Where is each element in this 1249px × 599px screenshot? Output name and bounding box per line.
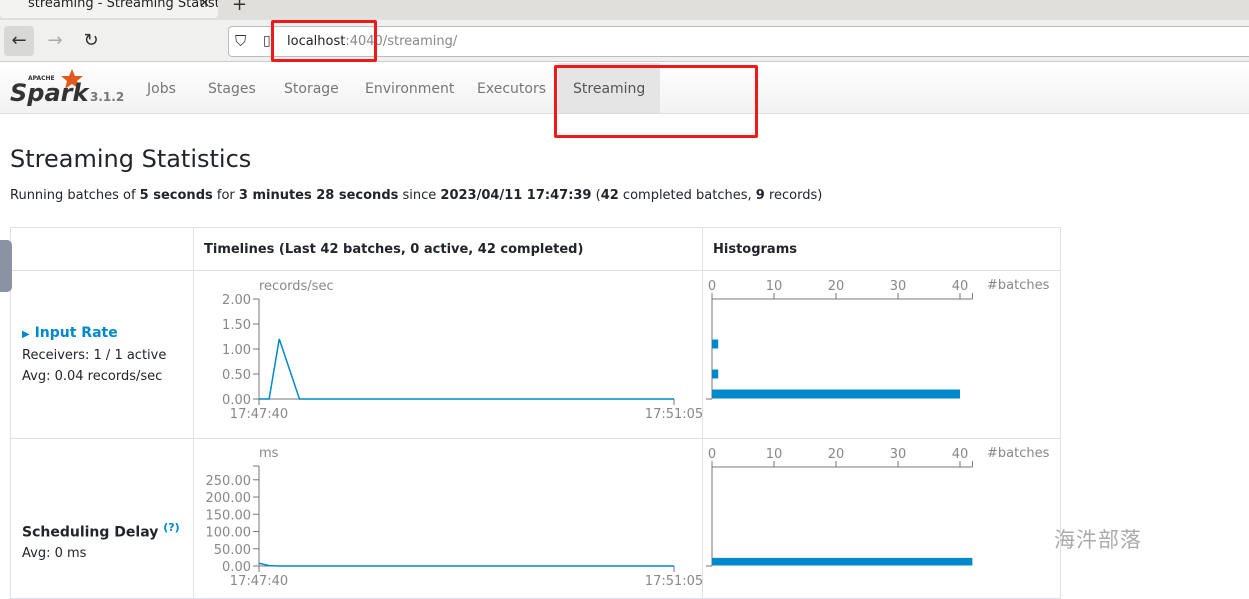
- x-tick-label: 17:51:05: [645, 407, 702, 422]
- streaming-summary: Running batches of 5 seconds for 3 minut…: [10, 188, 822, 203]
- summary-text: records): [764, 188, 823, 203]
- side-panel-handle[interactable]: [0, 240, 12, 292]
- x-tick-label: 17:47:40: [230, 407, 288, 422]
- y-tick-label: 2.00: [222, 293, 251, 308]
- histogram-bar: [712, 339, 719, 349]
- spark-version: 3.1.2: [90, 90, 125, 104]
- browser-tab[interactable]: streaming - Streaming Statistics ✕: [0, 0, 218, 18]
- x-tick-label: 0: [708, 279, 716, 294]
- triangle-right-icon: ▶: [22, 328, 30, 340]
- x-tick-label: 20: [828, 447, 845, 462]
- spark-logo[interactable]: APACHE Spark: [10, 67, 90, 109]
- y-tick-label: 1.00: [222, 343, 251, 358]
- timeline-series: [258, 562, 674, 567]
- shield-icon[interactable]: ⛉: [235, 27, 246, 56]
- y-axis-unit: records/sec: [259, 279, 334, 294]
- summary-text: (: [591, 188, 601, 203]
- scheduling-delay-avg: Avg: 0 ms: [22, 546, 87, 562]
- input-rate-histogram-chart: 0 10 20 30 40 #batches: [706, 278, 1050, 400]
- scheduling-delay-timeline-chart: ms 0.00 50.00 100.00 150.00 200.00 250.00 17:47…: [206, 446, 703, 586]
- y-axis-unit: ms: [259, 446, 279, 461]
- new-tab-icon[interactable]: +: [232, 0, 247, 15]
- y-tick-label: 100.00: [206, 526, 252, 541]
- logo-text: Spark: [10, 79, 90, 107]
- y-tick-label: 0.00: [222, 393, 251, 408]
- y-tick-label: 50.00: [214, 543, 251, 558]
- x-axis-label: #batches: [987, 446, 1050, 461]
- forward-icon[interactable]: →: [40, 26, 70, 56]
- input-rate-cell: ▶ Input Rate Receivers: 1 / 1 active Avg…: [10, 270, 194, 439]
- run-duration: 3 minutes 28 seconds: [238, 188, 399, 203]
- input-rate-title: Input Rate: [34, 324, 118, 341]
- summary-text: for: [212, 188, 239, 203]
- close-tab-icon[interactable]: ✕: [199, 0, 210, 11]
- record-count: 9: [755, 188, 765, 203]
- x-tick-label: 0: [708, 447, 716, 462]
- y-tick-label: 200.00: [206, 491, 252, 506]
- scheduling-delay-cell: Scheduling Delay (?) Avg: 0 ms: [10, 438, 194, 599]
- input-rate-toggle[interactable]: ▶ Input Rate: [22, 323, 193, 345]
- nav-environment[interactable]: Environment: [350, 63, 469, 113]
- header-empty: [10, 227, 194, 271]
- watermark: 海汼部落: [1054, 528, 1142, 552]
- summary-text: since: [398, 188, 441, 203]
- scheduling-delay-label: Scheduling Delay (?): [22, 517, 193, 544]
- input-rate-avg: Avg: 0.04 records/sec: [22, 368, 163, 384]
- x-tick-label: 20: [828, 279, 845, 294]
- page-title: Streaming Statistics: [10, 145, 252, 173]
- histogram-bar: [712, 557, 973, 566]
- x-tick-label: 17:47:40: [230, 574, 288, 586]
- y-tick-label: 0.50: [222, 368, 251, 383]
- url-path: /streaming/: [382, 34, 458, 49]
- summary-text: completed batches,: [618, 188, 756, 203]
- x-tick-label: 40: [952, 447, 969, 462]
- browser-toolbar: ← → ↻ ⛉ ▯ localhost:4040/streaming/: [0, 20, 1249, 62]
- reload-icon[interactable]: ↻: [76, 26, 106, 56]
- y-tick-label: 150.00: [206, 508, 252, 523]
- nav-executors[interactable]: Executors: [462, 63, 561, 113]
- nav-stages[interactable]: Stages: [193, 63, 271, 113]
- nav-storage[interactable]: Storage: [269, 63, 354, 113]
- header-histograms: Histograms: [702, 227, 1061, 271]
- x-tick-label: 10: [766, 279, 783, 294]
- x-tick-label: 17:51:05: [645, 574, 702, 586]
- url-bar[interactable]: ⛉ ▯ localhost:4040/streaming/: [228, 26, 1249, 57]
- header-timelines: Timelines (Last 42 batches, 0 active, 42…: [193, 227, 703, 271]
- back-icon[interactable]: ←: [4, 26, 34, 56]
- y-tick-label: 0.00: [222, 560, 251, 575]
- scheduling-delay-histogram-chart: 0 10 20 30 40 #batches: [706, 446, 1050, 567]
- nav-jobs[interactable]: Jobs: [132, 63, 191, 113]
- x-tick-label: 10: [766, 447, 783, 462]
- completed-batches: 42: [600, 188, 619, 203]
- help-icon[interactable]: (?): [163, 521, 179, 534]
- timeline-series: [259, 338, 674, 400]
- y-tick-label: 1.50: [222, 318, 251, 333]
- summary-text: Running batches of: [10, 188, 140, 203]
- input-rate-timeline-chart: records/sec 0.00 0.50 1.00 1.50 2.00 17:47:40 1…: [222, 279, 702, 422]
- x-tick-label: 40: [952, 279, 969, 294]
- histogram-bar: [712, 369, 719, 379]
- receivers-status: Receivers: 1 / 1 active: [22, 347, 167, 363]
- y-tick-label: 250.00: [206, 474, 252, 489]
- x-axis-label: #batches: [987, 278, 1050, 293]
- annotation-box-url: [271, 20, 377, 62]
- x-tick-label: 30: [890, 279, 907, 294]
- page-icon[interactable]: ▯: [263, 27, 271, 56]
- browser-tab-bar: streaming - Streaming Statistics ✕ +: [0, 0, 1249, 20]
- x-tick-label: 30: [890, 447, 907, 462]
- scheduling-delay-title: Scheduling Delay: [22, 524, 159, 541]
- batch-interval: 5 seconds: [139, 188, 213, 203]
- annotation-box-streaming: [554, 65, 758, 138]
- tab-title: streaming - Streaming Statistics: [28, 0, 218, 11]
- start-time: 2023/04/11 17:47:39: [440, 188, 592, 203]
- histogram-bar: [712, 389, 960, 399]
